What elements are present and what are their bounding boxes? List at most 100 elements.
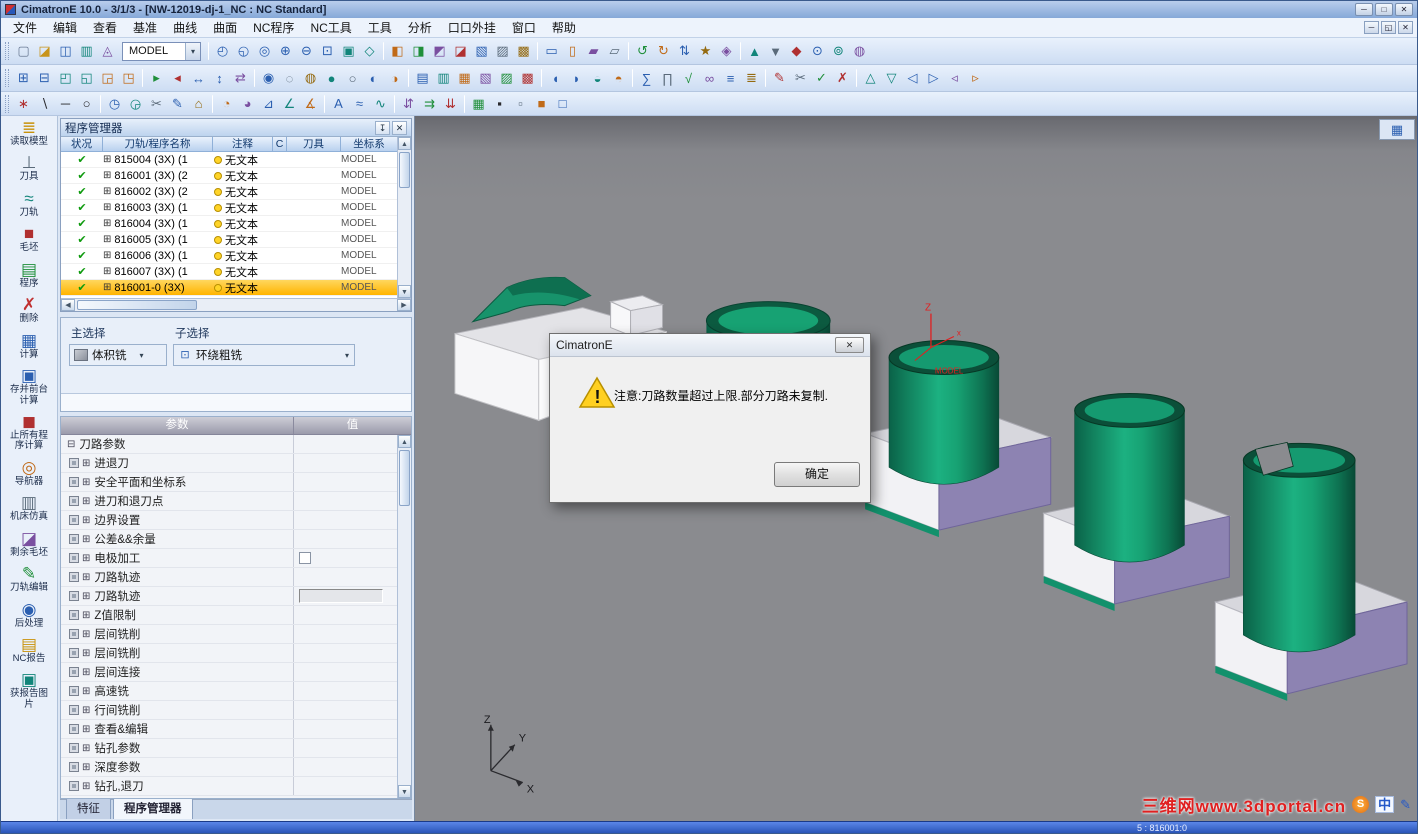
collapse-icon[interactable]: ⊟: [67, 439, 75, 450]
toolbar-icon[interactable]: ⊙: [807, 41, 828, 61]
vertical-scrollbar[interactable]: ▲ ▼: [397, 435, 411, 798]
column-header-status[interactable]: 状况: [61, 137, 103, 151]
toolbar-icon[interactable]: [541, 69, 542, 87]
toolbar-icon[interactable]: ◱: [76, 68, 97, 88]
parameter-row[interactable]: ⊞ 安全平面和坐标系: [61, 473, 397, 492]
toolbar-icon[interactable]: ◷: [104, 94, 125, 114]
toolbar-icon[interactable]: [208, 42, 209, 60]
toolbar-icon[interactable]: ▰: [583, 41, 604, 61]
model-dropdown[interactable]: MODEL ▾: [122, 41, 201, 61]
toolbar-icon[interactable]: ⇉: [419, 94, 440, 114]
toolbar-icon[interactable]: ▱: [604, 41, 625, 61]
toolbar-icon[interactable]: ▫: [510, 94, 531, 114]
toolbar-icon[interactable]: ▥: [76, 41, 97, 61]
sidebar-item[interactable]: ✎ 刀轨编辑: [1, 562, 57, 597]
toolbar-icon[interactable]: ◫: [55, 41, 76, 61]
parameter-row[interactable]: ⊞ 钻孔,退刀: [61, 777, 397, 796]
toolbar-icon[interactable]: ▷: [923, 68, 944, 88]
expand-icon[interactable]: ⊞: [82, 667, 90, 678]
toolbar-icon[interactable]: [856, 69, 857, 87]
toolbar-icon[interactable]: △: [860, 68, 881, 88]
menu-item[interactable]: NC工具: [302, 17, 359, 38]
parameter-checkbox[interactable]: [299, 552, 311, 564]
toolbar-icon[interactable]: ⊚: [828, 41, 849, 61]
menu-item[interactable]: 文件: [5, 17, 45, 38]
panel-close-icon[interactable]: ✕: [392, 120, 407, 135]
sidebar-item[interactable]: ▣ 存并前台 计算: [1, 364, 57, 410]
expand-icon[interactable]: ⊞: [103, 250, 111, 261]
menu-item[interactable]: 分析: [400, 17, 440, 38]
toolbar-icon[interactable]: ▩: [517, 68, 538, 88]
parameter-row[interactable]: ⊞ 公差&&余量: [61, 530, 397, 549]
sidebar-item[interactable]: ≣ 读取模型: [1, 116, 57, 151]
toolbar-icon[interactable]: ↻: [653, 41, 674, 61]
toolbar-icon[interactable]: ◎: [254, 41, 275, 61]
toolbar-icon[interactable]: ◕: [237, 94, 258, 114]
horizontal-scrollbar[interactable]: ◀ ▶: [61, 298, 411, 311]
parameter-row[interactable]: ⊞ 层间连接: [61, 663, 397, 682]
toolbar-icon[interactable]: [408, 69, 409, 87]
toolbar-icon[interactable]: [464, 94, 465, 113]
toolbar-icon[interactable]: ◬: [97, 41, 118, 61]
toolbar-icon[interactable]: ▧: [471, 41, 492, 61]
expand-icon[interactable]: ⊞: [103, 154, 111, 165]
toolbar-icon[interactable]: ⊡: [317, 41, 338, 61]
toolbar-grip[interactable]: [5, 42, 9, 60]
scroll-up-icon[interactable]: ▲: [398, 137, 411, 150]
toolbar-icon[interactable]: ◍: [849, 41, 870, 61]
toolbar-icon[interactable]: ⌂: [188, 94, 209, 114]
maximize-button[interactable]: □: [1375, 3, 1393, 16]
sidebar-item[interactable]: ⊥ 刀具: [1, 151, 57, 186]
toolbar-icon[interactable]: ≡: [720, 68, 741, 88]
toolbar-icon[interactable]: ◔: [216, 94, 237, 114]
toolbar-icon[interactable]: [324, 94, 325, 113]
scroll-down-icon[interactable]: ▼: [398, 285, 411, 298]
toolbar-icon[interactable]: ∞: [699, 68, 720, 88]
toolbar-icon[interactable]: [212, 94, 213, 113]
model-cylinder-3[interactable]: [1041, 392, 1232, 612]
toolbar-icon[interactable]: ∗: [13, 94, 34, 114]
scrollbar-thumb[interactable]: [399, 152, 410, 188]
toolbar-icon[interactable]: ▲: [744, 41, 765, 61]
expand-icon[interactable]: ⊞: [82, 553, 90, 564]
toolbar-icon[interactable]: ◍: [300, 68, 321, 88]
mdi-minimize-button[interactable]: ─: [1364, 21, 1379, 34]
table-row[interactable]: ✔ ⊞ 816002 (3X) (2 无文本 MODEL: [61, 184, 398, 200]
main-selection-dropdown[interactable]: 体积铣 ▾: [69, 344, 167, 366]
toolbar-icon[interactable]: ▨: [492, 41, 513, 61]
toolbar-icon[interactable]: ▪: [489, 94, 510, 114]
menu-item[interactable]: 工具: [360, 17, 400, 38]
mdi-restore-button[interactable]: ◱: [1381, 21, 1396, 34]
close-button[interactable]: ✕: [1395, 3, 1413, 16]
parameter-row[interactable]: ⊞ 层间铣削: [61, 644, 397, 663]
toolbar-icon[interactable]: ▼: [765, 41, 786, 61]
parameter-row[interactable]: ⊞ 进退刀: [61, 454, 397, 473]
toolbar-icon[interactable]: ◇: [359, 41, 380, 61]
menu-item[interactable]: 查看: [85, 17, 125, 38]
table-row[interactable]: ✔ ⊞ 816007 (3X) (1 无文本 MODEL: [61, 264, 398, 280]
menu-item[interactable]: 窗口: [504, 17, 544, 38]
parameter-row[interactable]: ⊞ 电极加工: [61, 549, 397, 568]
expand-icon[interactable]: ⊞: [82, 724, 90, 735]
expand-icon[interactable]: ⊞: [82, 686, 90, 697]
table-row[interactable]: ✔ ⊞ 815004 (3X) (1 无文本 MODEL: [61, 152, 398, 168]
dialog-titlebar[interactable]: CimatronE ✕: [550, 334, 870, 357]
sidebar-item[interactable]: ✗ 删除: [1, 293, 57, 328]
parameter-row[interactable]: ⊞ 查看&编辑: [61, 720, 397, 739]
toolbar-icon[interactable]: ↺: [632, 41, 653, 61]
toolbar-icon[interactable]: ✂: [790, 68, 811, 88]
scrollbar-thumb[interactable]: [399, 450, 410, 506]
toolbar-icon[interactable]: ∡: [300, 94, 321, 114]
toolbar-icon[interactable]: √: [678, 68, 699, 88]
toolbar-icon[interactable]: ∿: [370, 94, 391, 114]
toolbar-icon[interactable]: ▩: [513, 41, 534, 61]
toolbar-icon[interactable]: [632, 69, 633, 87]
toolbar-icon[interactable]: ▦: [454, 68, 475, 88]
column-header-comment[interactable]: 注释: [213, 137, 273, 151]
parameter-row[interactable]: ⊞ 高速铣: [61, 682, 397, 701]
mdi-close-button[interactable]: ✕: [1398, 21, 1413, 34]
column-header-c[interactable]: C: [273, 137, 287, 151]
menu-item[interactable]: 基准: [125, 17, 165, 38]
toolbar-icon[interactable]: □: [552, 94, 573, 114]
toolbar-icon[interactable]: [142, 69, 143, 87]
